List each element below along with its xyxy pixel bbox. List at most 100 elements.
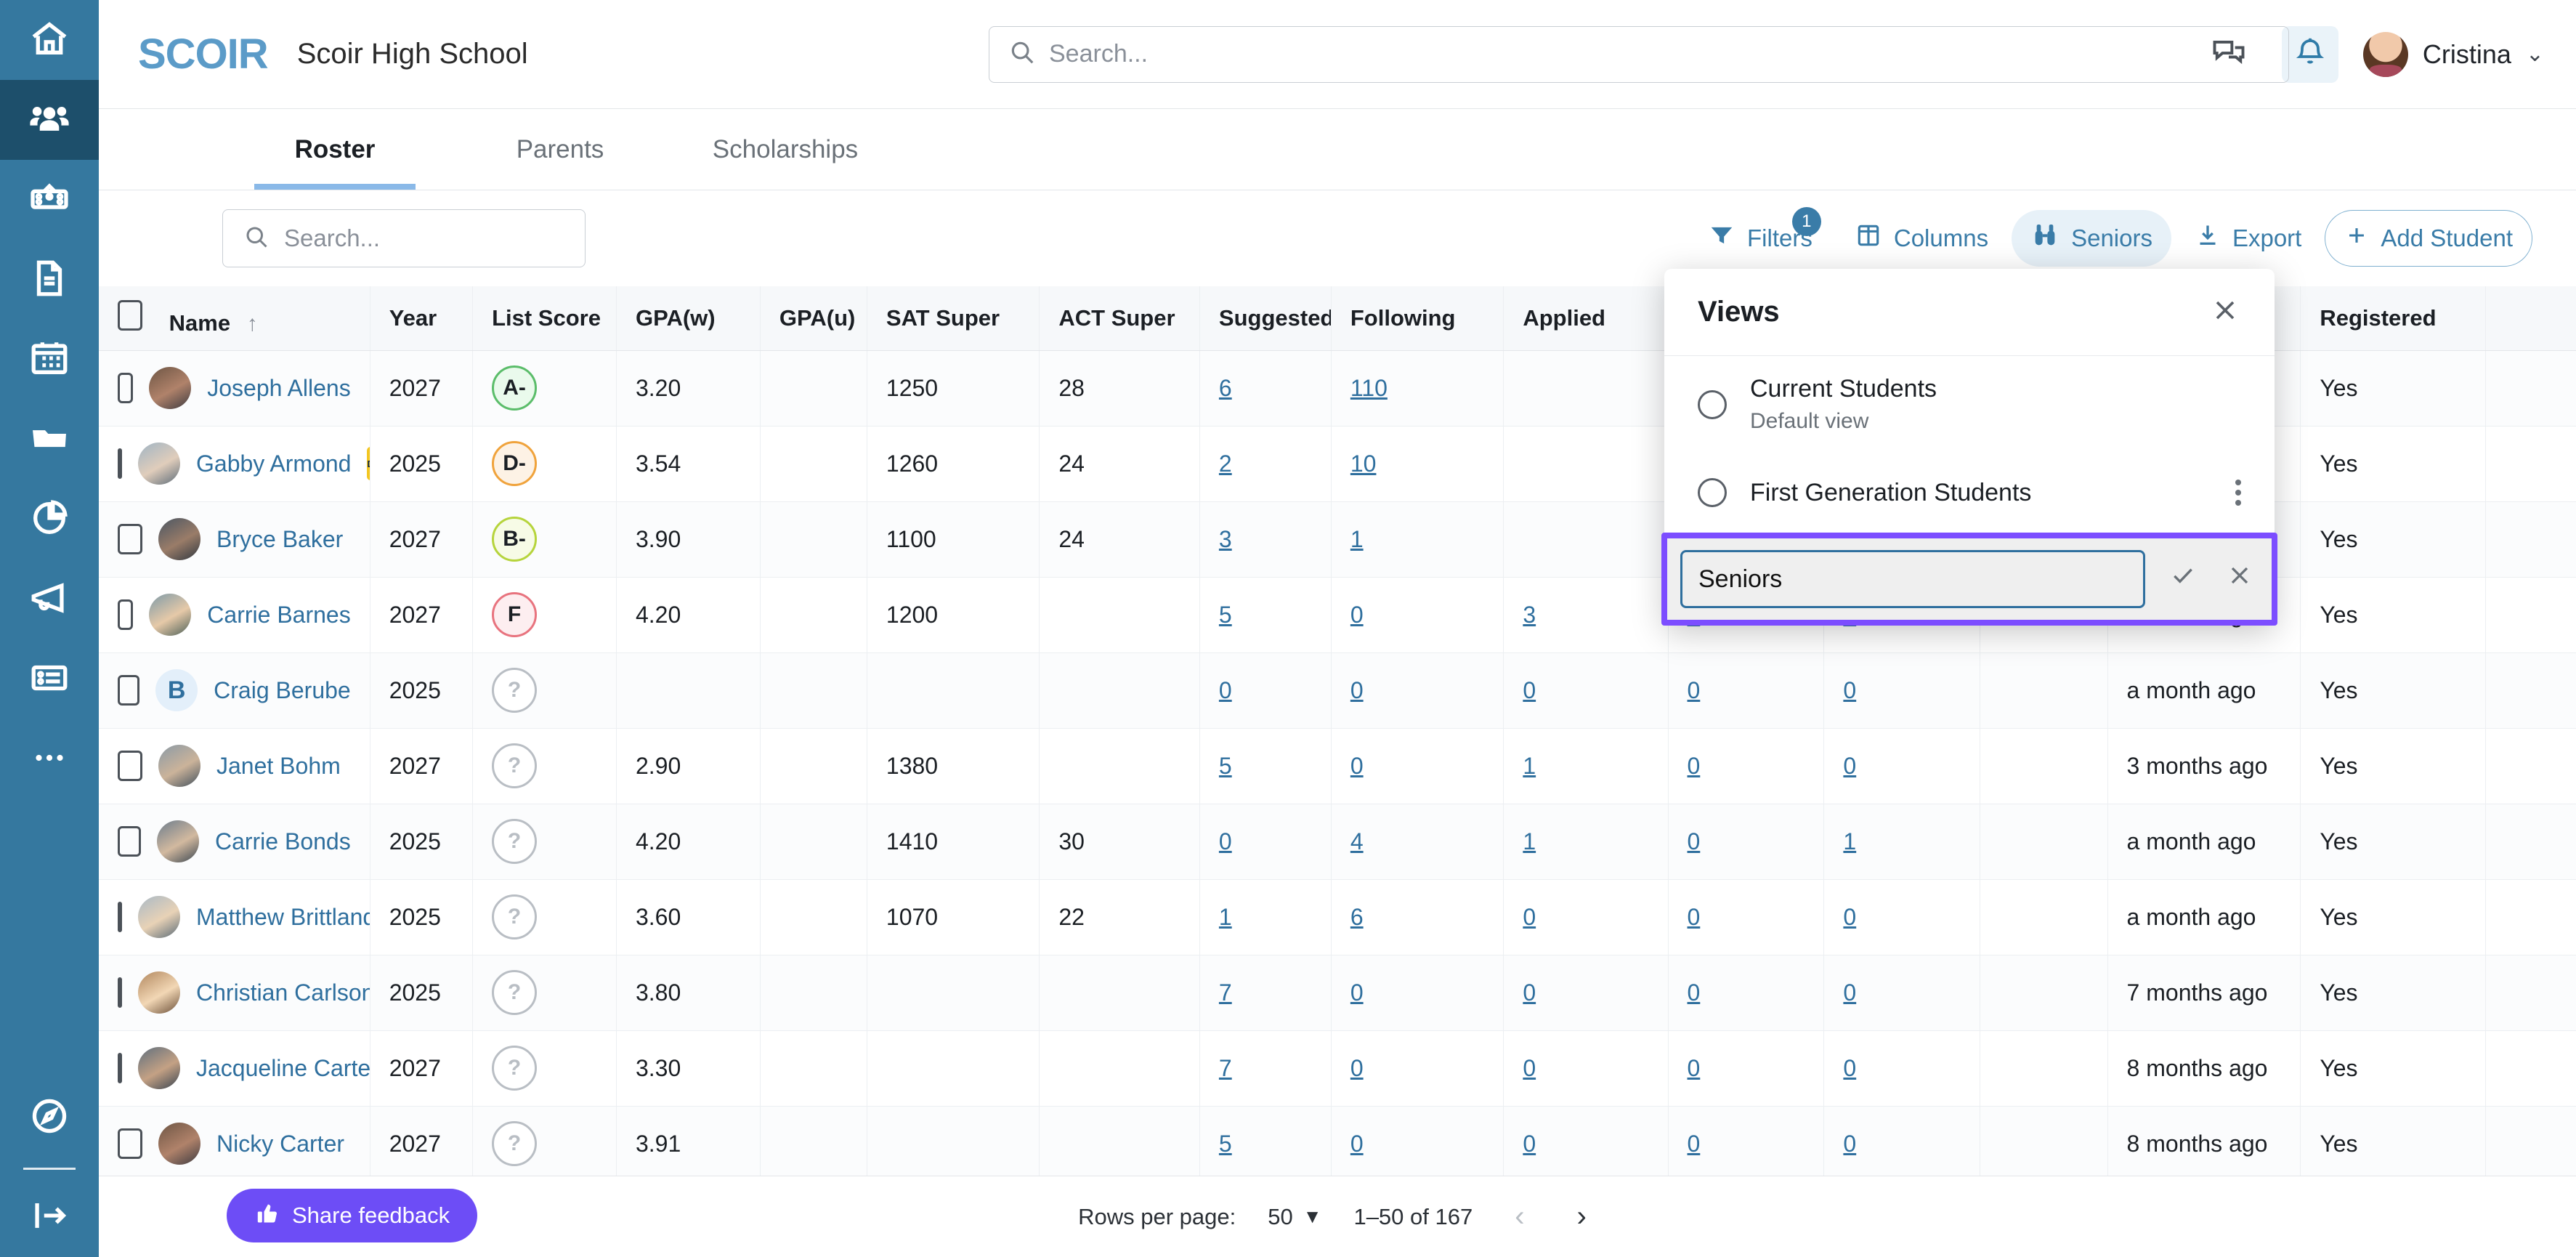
row-checkbox[interactable] [118, 524, 142, 554]
sidebar-item-calendar[interactable] [0, 320, 99, 400]
cell-suggested[interactable]: 3 [1199, 501, 1332, 578]
student-name-link[interactable]: Nicky Carter [216, 1131, 344, 1157]
share-feedback-button[interactable]: Share feedback [227, 1189, 478, 1242]
cell-applied[interactable]: 1 [1503, 728, 1669, 804]
table-row[interactable]: Christian Carlson 2025? 3.80 7 0 0 0 0 7 months … [99, 955, 2576, 1031]
student-name-link[interactable]: Gabby Armond [196, 450, 351, 477]
row-checkbox[interactable] [118, 751, 142, 781]
student-name-link[interactable]: Jacqueline Carter [196, 1055, 369, 1082]
row-checkbox[interactable] [118, 1053, 122, 1083]
count-link[interactable]: 0 [1688, 904, 1701, 930]
sidebar-item-documents[interactable] [0, 240, 99, 320]
radio-icon[interactable] [1698, 389, 1727, 419]
cell-suggested[interactable]: 6 [1199, 350, 1332, 427]
cell-waitlisted[interactable] [1980, 955, 2108, 1031]
sidebar-item-announcements[interactable] [0, 559, 99, 639]
cell-applied[interactable]: 0 [1503, 1030, 1669, 1107]
count-link[interactable]: 5 [1219, 602, 1232, 628]
notifications-button[interactable] [2281, 25, 2338, 83]
count-link[interactable]: 7 [1219, 1055, 1232, 1081]
row-checkbox[interactable] [118, 826, 141, 857]
check-icon[interactable] [2164, 561, 2202, 597]
student-name-link[interactable]: Matthew Brittland [196, 904, 369, 931]
count-link[interactable]: 1 [1843, 828, 1856, 854]
count-link[interactable]: 10 [1350, 450, 1377, 477]
student-name-link[interactable]: Janet Bohm [216, 753, 341, 780]
cell-waitlisted[interactable] [1980, 1030, 2108, 1107]
tab-roster[interactable]: Roster [222, 109, 447, 190]
cell-applied[interactable] [1503, 501, 1669, 578]
cell-following[interactable]: 0 [1331, 1106, 1504, 1176]
count-link[interactable]: 6 [1350, 904, 1364, 930]
count-link[interactable]: 0 [1688, 979, 1701, 1006]
count-link[interactable]: 3 [1219, 526, 1232, 552]
table-row[interactable]: B Craig Berube 2025? 0 0 0 0 0 a month ago Yes [99, 652, 2576, 729]
close-icon[interactable] [2221, 561, 2259, 597]
count-link[interactable]: 110 [1350, 375, 1388, 401]
scoir-logo[interactable]: SCOIR [138, 30, 269, 78]
count-link[interactable]: 1 [1523, 828, 1536, 854]
sidebar-item-explore[interactable] [0, 1078, 99, 1157]
cell-applied[interactable] [1503, 350, 1669, 427]
cell-suggested[interactable]: 1 [1199, 879, 1332, 955]
cell-enrolled[interactable]: 0 [1823, 652, 1981, 729]
count-link[interactable]: 0 [1843, 904, 1856, 930]
cell-waitlisted[interactable] [1980, 804, 2108, 880]
sidebar-item-students[interactable] [0, 80, 99, 160]
cell-following[interactable]: 110 [1331, 350, 1504, 427]
count-link[interactable]: 0 [1350, 677, 1364, 703]
cell-accepted[interactable]: 0 [1668, 1030, 1825, 1107]
cell-following[interactable]: 0 [1331, 577, 1504, 653]
count-link[interactable]: 0 [1523, 904, 1536, 930]
row-checkbox[interactable] [118, 599, 134, 630]
th-sat-super[interactable]: SAT Super [867, 286, 1040, 351]
cell-suggested[interactable]: 7 [1199, 1030, 1332, 1107]
tab-scholarships[interactable]: Scholarships [673, 109, 898, 190]
cell-applied[interactable]: 3 [1503, 577, 1669, 653]
table-row[interactable]: Jacqueline Carter 2027? 3.30 7 0 0 0 0 8 months … [99, 1030, 2576, 1107]
rows-per-page-select[interactable]: 50 ▼ [1268, 1204, 1321, 1230]
views-item-first-generation-students[interactable]: First Generation Students [1664, 453, 2275, 533]
global-search-input[interactable]: Search... [989, 25, 2289, 83]
count-link[interactable]: 0 [1843, 753, 1856, 779]
count-link[interactable]: 7 [1219, 979, 1232, 1006]
cell-enrolled[interactable]: 0 [1823, 1030, 1981, 1107]
count-link[interactable]: 0 [1843, 1131, 1856, 1157]
cell-following[interactable]: 10 [1331, 426, 1504, 502]
student-name-link[interactable]: Craig Berube [214, 677, 351, 704]
th-name[interactable]: Name ↑ [99, 286, 370, 351]
radio-icon[interactable] [1698, 478, 1727, 507]
count-link[interactable]: 0 [1843, 1055, 1856, 1081]
table-row[interactable]: Carrie Bonds 2025? 4.20 1410 30 0 4 1 0 1 a month … [99, 804, 2576, 880]
cell-suggested[interactable]: 5 [1199, 577, 1332, 653]
cell-waitlisted[interactable] [1980, 1106, 2108, 1176]
cell-suggested[interactable]: 5 [1199, 728, 1332, 804]
cell-suggested[interactable]: 5 [1199, 1106, 1332, 1176]
close-icon[interactable] [2209, 294, 2241, 330]
sidebar-item-reports[interactable] [0, 480, 99, 559]
cell-enrolled[interactable]: 0 [1823, 1106, 1981, 1176]
row-checkbox[interactable] [118, 448, 122, 479]
count-link[interactable]: 0 [1688, 828, 1701, 854]
count-link[interactable]: 0 [1688, 1131, 1701, 1157]
cell-accepted[interactable]: 0 [1668, 652, 1825, 729]
sidebar-item-lists[interactable] [0, 639, 99, 719]
cell-accepted[interactable]: 0 [1668, 1106, 1825, 1176]
cell-following[interactable]: 1 [1331, 501, 1504, 578]
add-student-button[interactable]: Add Student [2325, 210, 2532, 267]
view-name-input[interactable] [1680, 550, 2145, 608]
more-options-icon[interactable] [2235, 480, 2241, 506]
th-following[interactable]: Following [1331, 286, 1504, 351]
count-link[interactable]: 5 [1219, 1131, 1232, 1157]
count-link[interactable]: 0 [1688, 677, 1701, 703]
count-link[interactable]: 0 [1688, 1055, 1701, 1081]
cell-following[interactable]: 0 [1331, 955, 1504, 1031]
cell-applied[interactable]: 0 [1503, 652, 1669, 729]
cell-suggested[interactable]: 7 [1199, 955, 1332, 1031]
student-name-link[interactable]: Christian Carlson [196, 979, 369, 1006]
cell-enrolled[interactable]: 0 [1823, 728, 1981, 804]
chevron-left-icon[interactable]: ‹ [1504, 1200, 1534, 1233]
count-link[interactable]: 0 [1523, 1131, 1536, 1157]
count-link[interactable]: 1 [1350, 526, 1364, 552]
chevron-right-icon[interactable]: › [1567, 1200, 1597, 1233]
